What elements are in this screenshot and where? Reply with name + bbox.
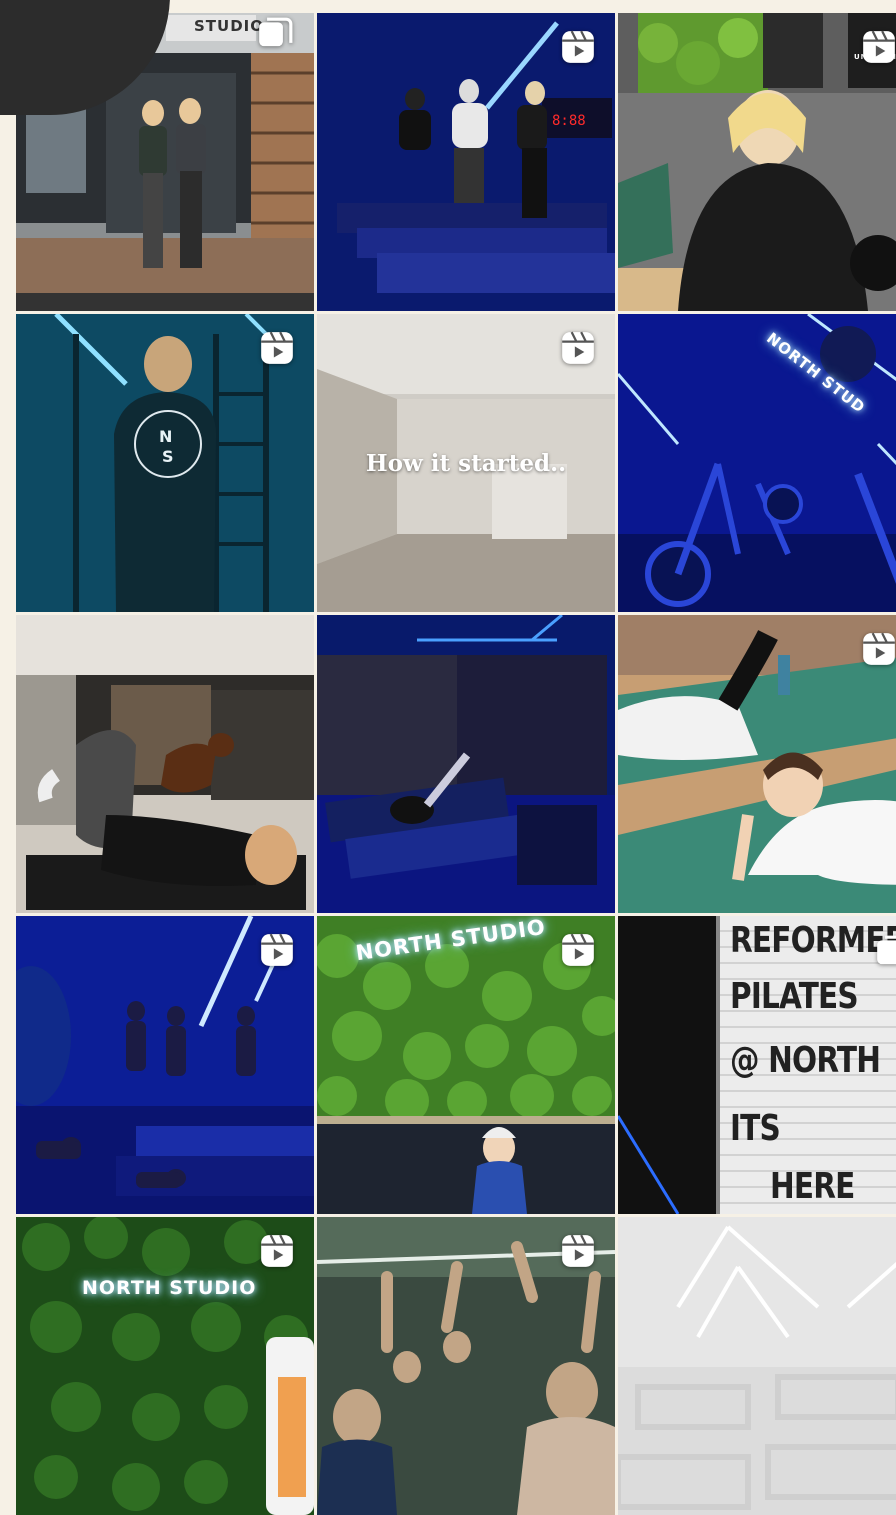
post-tile-9[interactable] [618, 615, 896, 913]
reel-icon [261, 331, 293, 364]
board-line-1: REFORMER [730, 920, 896, 961]
store-sign: STUDIO [194, 17, 264, 35]
reel-icon [863, 30, 895, 63]
svg-text:S: S [162, 447, 174, 466]
post-tile-15[interactable] [618, 1217, 896, 1515]
post-tile-8[interactable] [317, 615, 615, 913]
reel-icon [562, 1234, 594, 1267]
profile-post-grid: STUDIO 8:88 N S How it started.. NORTH S… [16, 13, 896, 1515]
dog-reformer-photo [16, 615, 314, 913]
bikes-photo [618, 314, 896, 612]
post-tile-6[interactable]: NORTH STUD [618, 314, 896, 612]
post-tile-11[interactable]: NORTH STUDIO [317, 916, 615, 1214]
board-line-2: PILATES [730, 976, 859, 1017]
post-tile-4[interactable]: N S [16, 314, 314, 612]
board-line-3: @ NORTH [730, 1040, 881, 1081]
post-tile-3[interactable]: UNDER HER [618, 13, 896, 311]
post-tile-5[interactable]: How it started.. [317, 314, 615, 612]
post-tile-7[interactable] [16, 615, 314, 913]
white-studio-photo [618, 1217, 896, 1515]
reel-icon [562, 933, 594, 966]
letterboard: REFORMER PILATES @ NORTH ITS HERE [716, 916, 896, 1214]
reel-icon [863, 632, 895, 665]
post-caption: How it started.. [365, 450, 567, 477]
carousel-icon [877, 935, 896, 965]
mat-class-photo [618, 615, 896, 913]
post-tile-12[interactable]: REFORMER PILATES @ NORTH ITS HERE [618, 916, 896, 1214]
reel-icon [261, 933, 293, 966]
neon-sign-text: NORTH STUDIO [82, 1277, 257, 1299]
post-tile-14[interactable] [317, 1217, 615, 1515]
board-line-4: ITS [730, 1108, 781, 1149]
reformer-blue-photo [317, 615, 615, 913]
post-tile-10[interactable] [16, 916, 314, 1214]
svg-text:8:88: 8:88 [552, 113, 586, 129]
carousel-icon [259, 17, 293, 47]
reel-icon [562, 30, 594, 63]
svg-text:N: N [159, 427, 172, 446]
board-line-5: HERE [770, 1166, 855, 1207]
reel-icon [562, 331, 594, 364]
post-tile-2[interactable]: 8:88 [317, 13, 615, 311]
post-tile-13[interactable]: NORTH STUDIO [16, 1217, 314, 1515]
reel-icon [261, 1234, 293, 1267]
